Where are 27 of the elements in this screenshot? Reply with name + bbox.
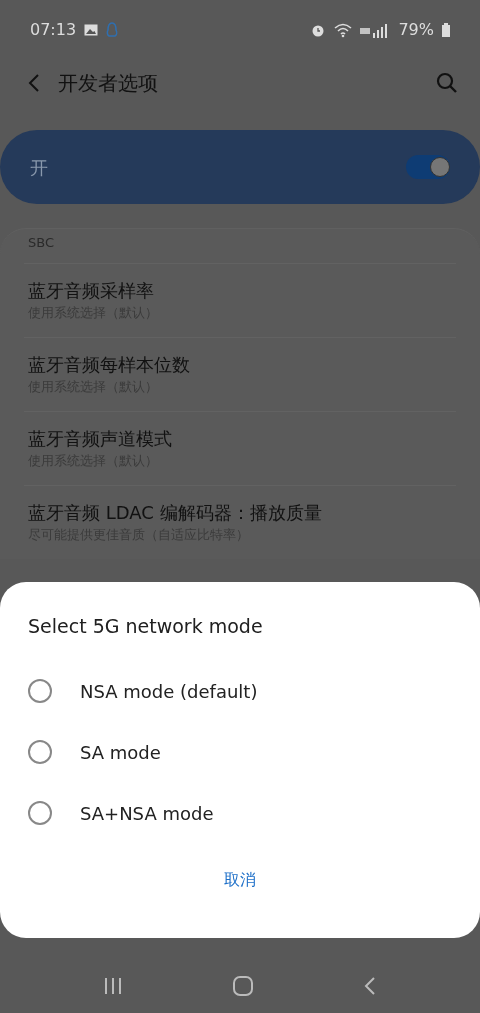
toggle-switch[interactable] (406, 155, 450, 179)
setting-title[interactable]: 蓝牙音频声道模式 (28, 425, 452, 452)
recents-icon[interactable] (102, 977, 123, 995)
back-icon[interactable] (28, 73, 40, 93)
cancel-button[interactable]: 取消 (208, 861, 272, 898)
page-title: 开发者选项 (58, 70, 158, 97)
option-label[interactable]: SA+NSA mode (80, 799, 214, 827)
option-label[interactable]: SA mode (80, 738, 161, 766)
app-notification-icon (106, 22, 119, 38)
dialog-title: Select 5G network mode (28, 614, 264, 639)
setting-title[interactable]: 蓝牙音频采样率 (28, 277, 452, 304)
radio-button[interactable] (28, 740, 52, 764)
radio-button[interactable] (28, 679, 52, 703)
battery-icon (442, 23, 450, 37)
setting-title[interactable]: 蓝牙音频每样本位数 (28, 351, 452, 378)
back-nav-icon[interactable] (363, 976, 378, 996)
home-icon[interactable] (232, 975, 254, 997)
gallery-icon (84, 24, 99, 36)
radio-button[interactable] (28, 801, 52, 825)
battery-percent: 79% (398, 19, 434, 41)
wifi-icon (334, 22, 353, 38)
option-label[interactable]: NSA mode (default) (80, 677, 258, 705)
setting-title[interactable]: 蓝牙音频 LDAC 编解码器：播放质量 (28, 499, 452, 526)
status-time: 07:13 (30, 19, 77, 41)
switch-label: 开 (30, 155, 48, 180)
master-switch-bar[interactable]: 开 (0, 130, 480, 204)
search-icon[interactable] (436, 72, 458, 94)
